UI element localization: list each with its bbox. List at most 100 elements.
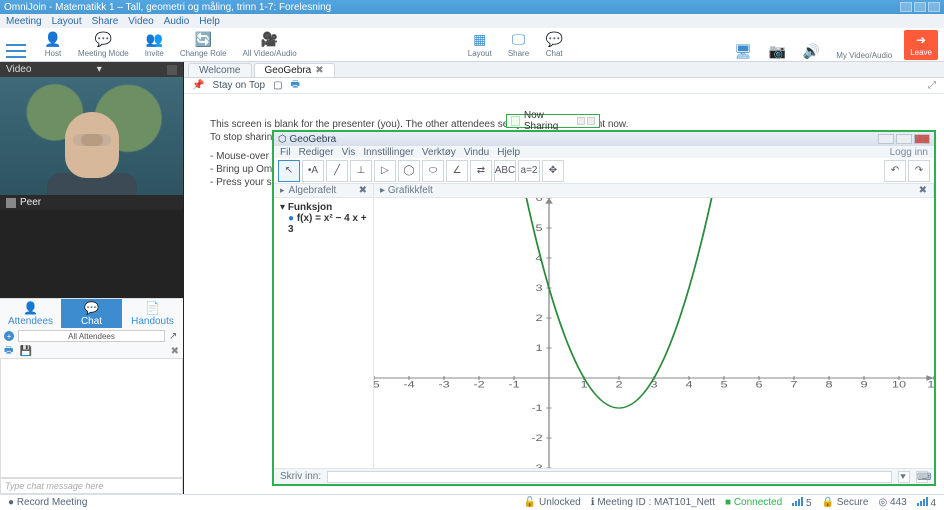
- popout-icon[interactable]: ↗: [169, 331, 179, 341]
- share-canvas: This screen is blank for the presenter (…: [184, 94, 944, 494]
- maximize-button[interactable]: [914, 2, 926, 12]
- tool-ellipse[interactable]: ⬭: [422, 160, 444, 182]
- video-panel-header: Video▾: [0, 62, 183, 77]
- camera-dropdown[interactable]: 📷: [764, 44, 790, 60]
- geo-menu-fil[interactable]: Fil: [280, 147, 291, 158]
- geo-menu-rediger[interactable]: Rediger: [299, 147, 334, 158]
- menu-video[interactable]: Video: [128, 16, 153, 27]
- video-expand-icon[interactable]: [167, 65, 177, 75]
- function-entry[interactable]: ● f(x) = x² − 4 x + 3: [288, 213, 367, 235]
- chat-input[interactable]: Type chat message here: [0, 478, 183, 494]
- menu-layout[interactable]: Layout: [52, 16, 82, 27]
- plot-svg: -5-4-3-2-11234567891011-3-2-1123456: [374, 198, 934, 468]
- webcam-stream: [0, 77, 183, 195]
- geo-input-dropdown[interactable]: ⯆: [898, 471, 910, 483]
- tool-redo[interactable]: ↷: [908, 160, 930, 182]
- stop-share-icon[interactable]: [587, 117, 595, 125]
- close-tab-icon[interactable]: ✖: [315, 65, 323, 76]
- hamburger-icon[interactable]: [6, 44, 26, 58]
- app-menubar: Meeting Layout Share Video Audio Help: [0, 14, 944, 28]
- pencil-icon[interactable]: [511, 116, 520, 126]
- pin-icon[interactable]: 📌: [192, 80, 204, 91]
- geo-menu-vindu[interactable]: Vindu: [464, 147, 489, 158]
- geo-minimize-button[interactable]: [878, 134, 894, 144]
- monitor-dropdown[interactable]: 🖥: [730, 44, 756, 60]
- host-button[interactable]: 👤Host: [40, 32, 66, 58]
- tool-reflect[interactable]: ⇄: [470, 160, 492, 182]
- attendee-select[interactable]: All Attendees: [18, 330, 165, 342]
- tool-circle[interactable]: ◯: [398, 160, 420, 182]
- main-toolbar: 👤Host 💬Meeting Mode 👥Invite 🔄Change Role…: [0, 28, 944, 62]
- svg-text:6: 6: [536, 198, 543, 203]
- menu-share[interactable]: Share: [92, 16, 119, 27]
- handouts-tab[interactable]: 📄Handouts: [122, 299, 183, 328]
- stay-on-top-bar: 📌 Stay on Top ▢ 🖶 ⤢: [184, 78, 944, 94]
- chat-tab[interactable]: 💬Chat: [61, 299, 122, 328]
- graphics-panel[interactable]: -5-4-3-2-11234567891011-3-2-1123456: [374, 198, 934, 468]
- left-sidebar: Video▾ Peer 👤Attendees 💬Chat 📄Handouts +…: [0, 62, 184, 494]
- attendees-tab[interactable]: 👤Attendees: [0, 299, 61, 328]
- graphics-header[interactable]: ▸ Grafikkfelt✖: [374, 184, 934, 197]
- invite-button[interactable]: 👥Invite: [141, 32, 168, 58]
- chat-save-icon[interactable]: 💾: [19, 346, 31, 357]
- tool-help[interactable]: ? ▢: [914, 134, 930, 145]
- geogebra-titlebar[interactable]: ⬡ GeoGebra: [274, 132, 934, 146]
- tab-welcome[interactable]: Welcome: [188, 63, 252, 77]
- tool-perp[interactable]: ⊥: [350, 160, 372, 182]
- meeting-id: ℹ Meeting ID : MAT101_Nett: [591, 497, 715, 508]
- tool-line[interactable]: ╱: [326, 160, 348, 182]
- geo-input-keyboard[interactable]: ⌨: [916, 471, 928, 483]
- expand-icon[interactable]: ⤢: [928, 80, 936, 91]
- signal-status: 4: [917, 497, 936, 509]
- connection-status: ■ Connected: [725, 497, 782, 508]
- menu-meeting[interactable]: Meeting: [6, 16, 42, 27]
- chat-clear-icon[interactable]: ✖: [171, 346, 179, 357]
- geo-input-field[interactable]: [327, 471, 892, 483]
- svg-text:7: 7: [790, 380, 797, 390]
- all-video-audio-button[interactable]: 🎥All Video/Audio: [239, 32, 301, 58]
- side-tabs: 👤Attendees 💬Chat 📄Handouts: [0, 298, 183, 328]
- tool-text[interactable]: ABC: [494, 160, 516, 182]
- add-attendee-icon[interactable]: +: [4, 331, 14, 341]
- tool-polygon[interactable]: ▷: [374, 160, 396, 182]
- tool-undo[interactable]: ↶: [884, 160, 906, 182]
- geo-login-link[interactable]: Logg inn: [890, 147, 928, 158]
- geo-maximize-button[interactable]: [896, 134, 912, 144]
- meeting-mode-button[interactable]: 💬Meeting Mode: [74, 32, 133, 58]
- stay-toggle[interactable]: ▢: [273, 80, 282, 91]
- record-meeting-button[interactable]: ● Record Meeting: [8, 497, 87, 508]
- tool-move[interactable]: ↖: [278, 160, 300, 182]
- svg-text:-2: -2: [473, 380, 484, 390]
- tool-slider[interactable]: a=2: [518, 160, 540, 182]
- leave-button[interactable]: ➜Leave: [904, 30, 938, 60]
- menu-help[interactable]: Help: [199, 16, 220, 27]
- svg-text:8: 8: [825, 380, 832, 390]
- geo-menu-vis[interactable]: Vis: [342, 147, 356, 158]
- minimize-button[interactable]: [900, 2, 912, 12]
- network-strength: 5: [792, 497, 811, 509]
- algebra-header[interactable]: ▸ Algebrafelt✖: [274, 184, 374, 197]
- tab-geogebra[interactable]: GeoGebra✖: [254, 63, 335, 77]
- change-role-button[interactable]: 🔄Change Role: [176, 32, 231, 58]
- layout-button[interactable]: ▦Layout: [464, 32, 496, 58]
- share-button[interactable]: 🖵Share: [504, 32, 533, 58]
- geo-menu-innstillinger[interactable]: Innstillinger: [363, 147, 414, 158]
- algebra-group[interactable]: ▾ Funksjon: [280, 202, 367, 213]
- geo-menu-hjelp[interactable]: Hjelp: [497, 147, 520, 158]
- menu-audio[interactable]: Audio: [164, 16, 190, 27]
- geo-menu-verktoy[interactable]: Verktøy: [422, 147, 456, 158]
- chat-print-icon[interactable]: 🖶: [4, 343, 13, 360]
- svg-text:9: 9: [860, 380, 867, 390]
- svg-text:6: 6: [755, 380, 762, 390]
- lock-status: 🔓 Unlocked: [524, 497, 581, 508]
- speaker-dropdown[interactable]: 🔊: [798, 44, 824, 60]
- svg-text:-3: -3: [531, 463, 542, 468]
- chat-toolbar-button[interactable]: 💬Chat: [541, 32, 567, 58]
- tool-angle[interactable]: ∠: [446, 160, 468, 182]
- print-icon[interactable]: 🖶: [291, 77, 300, 94]
- tool-point[interactable]: •A: [302, 160, 324, 182]
- tool-movegraph[interactable]: ✥: [542, 160, 564, 182]
- dropdown-icon[interactable]: [577, 117, 585, 125]
- my-video-audio[interactable]: My Video/Audio: [832, 51, 896, 60]
- close-button[interactable]: [928, 2, 940, 12]
